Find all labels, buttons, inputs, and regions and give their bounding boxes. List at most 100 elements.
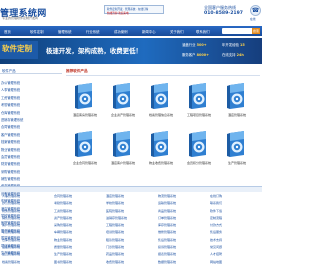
software-box-icon[interactable] (188, 130, 210, 158)
product-card[interactable]: 工程项目管理系统 (182, 80, 216, 130)
product-card[interactable]: 档案管理信息系统 (144, 80, 178, 130)
sidebar-item[interactable]: 进销存管理系统 (0, 117, 62, 124)
sidebar-item[interactable]: 财务管理系统 (0, 161, 62, 168)
phone-icon[interactable]: ☎ (250, 5, 261, 16)
nav-about[interactable]: 关于我们 (170, 29, 184, 34)
footer-link[interactable]: 采购管理系统 (54, 223, 106, 230)
nav-home[interactable]: 首页 (4, 29, 11, 34)
product-name[interactable]: 企业合同管理系统 (68, 161, 102, 165)
software-box-icon[interactable] (74, 130, 96, 158)
footer-link[interactable]: 付款方式 (210, 223, 262, 230)
sidebar-item[interactable]: 物业管理系统 (0, 147, 62, 154)
footer-link[interactable]: 定制流程 (210, 216, 262, 223)
footer-link[interactable]: 客户管理系统 (2, 223, 54, 230)
software-box-icon[interactable] (150, 82, 172, 110)
footer-link[interactable]: 生产管理系统 (54, 252, 106, 259)
footer-link[interactable]: 软件下载 (210, 209, 262, 216)
footer-link[interactable]: 投诉管理系统 (158, 245, 210, 252)
footer-link[interactable]: 项目管理系统 (2, 230, 54, 237)
footer-link[interactable]: 办公管理系统 (2, 201, 54, 208)
footer-link[interactable]: 仓库管理系统 (2, 238, 54, 245)
product-card[interactable]: 生产管理系统 (220, 128, 254, 178)
footer-link[interactable]: 网站地图 (210, 260, 262, 264)
footer-link[interactable]: 物业管理系统 (54, 238, 106, 245)
footer-link[interactable]: 在线订购 (210, 194, 262, 201)
footer-link[interactable]: 车辆管理系统 (54, 230, 106, 237)
software-box-icon[interactable] (74, 82, 96, 110)
footer-link[interactable]: 门诊管理系统 (106, 245, 158, 252)
footer-link[interactable]: 酒店管理系统 (106, 194, 158, 201)
footer-link[interactable]: 库存管理系统 (158, 223, 210, 230)
footer-link[interactable]: 物流管理系统 (158, 194, 210, 201)
nav-industry-systems[interactable]: 行业系统 (86, 29, 100, 34)
sidebar-item[interactable]: 会员管理系统 (0, 154, 62, 161)
product-card[interactable]: 物业收费管理系统 (144, 128, 178, 178)
footer-link[interactable]: 技术支持 (210, 238, 262, 245)
footer-link[interactable]: 学校管理系统 (106, 201, 158, 208)
nav-management-systems[interactable]: 管理系统 (58, 29, 72, 34)
nav-contact[interactable]: 联系我们 (196, 29, 210, 34)
software-box-icon[interactable] (188, 82, 210, 110)
footer-link[interactable]: 档案管理系统 (2, 260, 54, 264)
footer-link[interactable]: 商品管理系统 (158, 209, 210, 216)
footer-link[interactable]: 合同管理系统 (54, 194, 106, 201)
product-card[interactable]: 酒店客房管理系统 (68, 80, 102, 130)
footer-link[interactable]: 设备管理系统 (2, 245, 54, 252)
software-box-icon[interactable] (226, 82, 248, 110)
footer-link[interactable]: 售后服务 (210, 230, 262, 237)
footer-link[interactable]: 租赁管理系统 (106, 238, 158, 245)
search-input[interactable]: 搜索 (222, 28, 260, 34)
footer-link[interactable]: 人事管理系统 (2, 194, 54, 201)
footer-link[interactable]: 财务管理系统 (2, 209, 54, 216)
product-name[interactable]: 企业资产管理系统 (106, 113, 140, 117)
footer-link[interactable]: 考勤管理系统 (54, 201, 106, 208)
footer-link[interactable]: 进销存管理系统 (106, 216, 158, 223)
footer-link[interactable]: 工资管理系统 (54, 209, 106, 216)
footer-link[interactable]: 资产管理系统 (54, 216, 106, 223)
footer-link[interactable]: 药品管理系统 (106, 252, 158, 259)
sidebar-item[interactable]: 销售管理系统 (0, 176, 62, 183)
sidebar-item[interactable]: 办公管理系统 (0, 80, 62, 87)
footer-link[interactable]: 维修管理系统 (158, 230, 210, 237)
product-card[interactable]: 会员积分管理系统 (182, 128, 216, 178)
software-box-icon[interactable] (112, 130, 134, 158)
product-name[interactable]: 生产管理系统 (220, 161, 254, 165)
sidebar-item[interactable]: 档案管理系统 (0, 139, 62, 146)
footer-link[interactable]: 联系我们 (210, 201, 262, 208)
software-box-icon[interactable] (112, 82, 134, 110)
software-box-icon[interactable] (150, 130, 172, 158)
sidebar-item[interactable]: 人事管理系统 (0, 87, 62, 94)
footer-link[interactable]: 常见问题 (210, 245, 262, 252)
product-name[interactable]: 酒店客房管理系统 (68, 113, 102, 117)
sidebar-item[interactable]: 采购管理系统 (0, 169, 62, 176)
footer-link[interactable]: 工程管理系统 (106, 223, 158, 230)
product-card[interactable]: 企业合同管理系统 (68, 128, 102, 178)
phone-label[interactable]: 在线 (250, 17, 256, 21)
sidebar-item[interactable]: 仓库管理系统 (0, 110, 62, 117)
product-name[interactable]: 酒店管理系统 (220, 113, 254, 117)
footer-link[interactable]: 培训管理系统 (106, 230, 158, 237)
nav-cases[interactable]: 成功案例 (114, 29, 128, 34)
product-name[interactable]: 工程项目管理系统 (182, 113, 216, 117)
footer-link[interactable]: 收费管理系统 (106, 260, 158, 264)
nav-custom-software[interactable]: 软件定制 (30, 29, 44, 34)
product-name[interactable]: 档案管理信息系统 (144, 113, 178, 117)
footer-link[interactable]: 人才招聘 (210, 252, 262, 259)
search-button[interactable]: 搜索 (252, 28, 260, 34)
sidebar-item[interactable]: 工资管理系统 (0, 95, 62, 102)
footer-link[interactable]: 图书管理系统 (54, 260, 106, 264)
footer-link[interactable]: 订单管理系统 (158, 216, 210, 223)
footer-link[interactable]: 质量管理系统 (54, 245, 106, 252)
product-card[interactable]: 酒店管理系统 (220, 80, 254, 130)
product-name[interactable]: 物业收费管理系统 (144, 161, 178, 165)
sidebar-item[interactable]: 合同管理系统 (0, 124, 62, 131)
footer-link[interactable]: 医院管理系统 (106, 209, 158, 216)
product-name[interactable]: 酒店客户管理系统 (106, 161, 140, 165)
sidebar-item[interactable]: 客户管理系统 (0, 132, 62, 139)
hero-banner[interactable]: 软件定制 极速开发，架构成熟，收费更低！ 涵盖行业 500+ 年开发经验 15 … (0, 38, 262, 64)
product-card[interactable]: 酒店客户管理系统 (106, 128, 140, 178)
sidebar-item[interactable]: 考勤管理系统 (0, 102, 62, 109)
footer-link[interactable]: 运输管理系统 (158, 201, 210, 208)
footer-link[interactable]: 数据管理系统 (158, 260, 210, 264)
product-name[interactable]: 会员积分管理系统 (182, 161, 216, 165)
